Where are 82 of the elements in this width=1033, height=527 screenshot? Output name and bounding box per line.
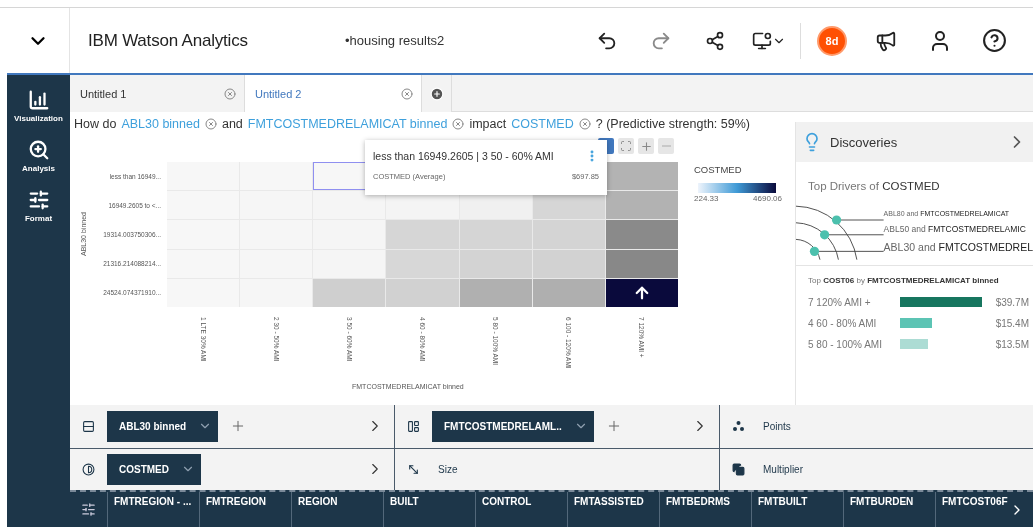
sidebar-item[interactable]: Format: [7, 189, 70, 223]
remove-icon[interactable]: [204, 117, 217, 130]
heatmap-cell[interactable]: [386, 220, 459, 249]
heatmap-cell[interactable]: [313, 191, 386, 220]
bar-chart-icon: [27, 89, 50, 111]
megaphone-icon: [875, 29, 897, 52]
legend-title: COSTMED: [694, 164, 743, 175]
field-pill[interactable]: ABL30 binned: [107, 410, 219, 442]
question-text: How do: [74, 116, 117, 131]
app-title: IBM Watson Analytics: [88, 30, 249, 51]
sidebar-item[interactable]: Analysis: [7, 139, 70, 173]
heatmap-cell[interactable]: [459, 249, 532, 278]
heatmap-cell[interactable]: [459, 220, 532, 249]
sliders-icon: [27, 189, 50, 211]
legend-max: 4690.06: [753, 194, 782, 203]
points-icon: [732, 420, 745, 433]
shelf-label: Points: [763, 420, 791, 432]
fit-button[interactable]: [618, 138, 634, 154]
heatmap-cell[interactable]: [605, 220, 678, 249]
question-text: and: [221, 116, 243, 131]
heatmap-cell[interactable]: [459, 278, 532, 307]
field-pill[interactable]: COSTMED: [107, 453, 201, 485]
tooltip-title: less than 16949.2605 | 3 50 - 60% AMI: [373, 150, 554, 162]
heatmap-cell[interactable]: [240, 191, 313, 220]
heatmap-cell[interactable]: [605, 278, 678, 307]
plus-icon: [429, 86, 444, 101]
heatmap-cell[interactable]: [386, 249, 459, 278]
close-icon: [401, 87, 413, 100]
bar-label: 5 80 - 100% AMI: [808, 338, 883, 350]
resize-icon: [407, 462, 420, 476]
heatmap-cell[interactable]: [313, 249, 386, 278]
copy-icon: [732, 462, 745, 476]
close-icon: [224, 87, 236, 100]
heatmap-cell[interactable]: [240, 249, 313, 278]
sidebar-item[interactable]: Visualization: [7, 89, 70, 123]
help-icon: [981, 28, 1007, 53]
remove-icon[interactable]: [452, 117, 465, 130]
section-title: Top Drivers of COSTMED: [807, 179, 941, 192]
panel-title: Discoveries: [830, 134, 899, 150]
tab[interactable]: Untitled 1: [70, 75, 245, 112]
heatmap-cell[interactable]: [532, 249, 605, 278]
heatmap-cell[interactable]: [605, 249, 678, 278]
settings-icon[interactable]: [81, 502, 96, 517]
bar-value: $15.4M: [995, 317, 1030, 329]
discoveries-header[interactable]: Discoveries: [796, 122, 1033, 162]
tab[interactable]: Untitled 2: [245, 75, 422, 112]
heatmap-cell[interactable]: [240, 162, 313, 191]
fit-icon: [620, 140, 632, 152]
rows-icon: [82, 419, 95, 433]
heatmap-cell[interactable]: [313, 220, 386, 249]
bar-label: 4 60 - 80% AMI: [808, 317, 878, 329]
question-text: impact: [469, 116, 507, 131]
bar-value: $13.5M: [995, 338, 1030, 350]
columns-icon: [407, 419, 420, 433]
zoom-in-button[interactable]: [638, 138, 654, 154]
bar-label: 7 120% AMI +: [808, 296, 872, 308]
remove-icon[interactable]: [578, 117, 591, 130]
driver-label[interactable]: ABL30 and FMTCOSTMEDREL: [883, 241, 1033, 254]
heatmap-cell[interactable]: [313, 278, 386, 307]
heatmap-cell[interactable]: [532, 220, 605, 249]
plus-icon: [639, 139, 653, 153]
field-column[interactable]: FMTCOST06F: [935, 492, 1009, 527]
shelf-label: Size: [438, 463, 458, 475]
question-text: ? (Predictive strength: 59%): [595, 116, 750, 131]
driver-label[interactable]: ABL50 and FMTCOSTMEDRELAMIC: [883, 224, 1033, 234]
field-pill[interactable]: FMTCOSTMEDRELAML..: [432, 410, 594, 442]
heatmap-cell[interactable]: [240, 278, 313, 307]
heatmap-cell[interactable]: [605, 191, 678, 220]
heatmap-cell[interactable]: [532, 278, 605, 307]
zoom-out-button[interactable]: [658, 138, 674, 154]
zoom-in-icon: [27, 139, 50, 161]
shelf-label: Multiplier: [763, 463, 803, 475]
document-title: •housing results2: [345, 33, 446, 48]
heatmap-cell[interactable]: [605, 162, 678, 191]
heatmap-cell[interactable]: [386, 278, 459, 307]
share-icon: [705, 30, 725, 51]
add-tab-button[interactable]: [422, 75, 452, 112]
legend-min: 224.33: [694, 194, 719, 203]
bar-value: $39.7M: [995, 296, 1030, 308]
section-title: Top COST06 by FMTCOSTMEDRELAMICAT binned: [807, 275, 1000, 286]
monitor-icon: [752, 30, 772, 51]
contrast-icon: [82, 462, 95, 476]
